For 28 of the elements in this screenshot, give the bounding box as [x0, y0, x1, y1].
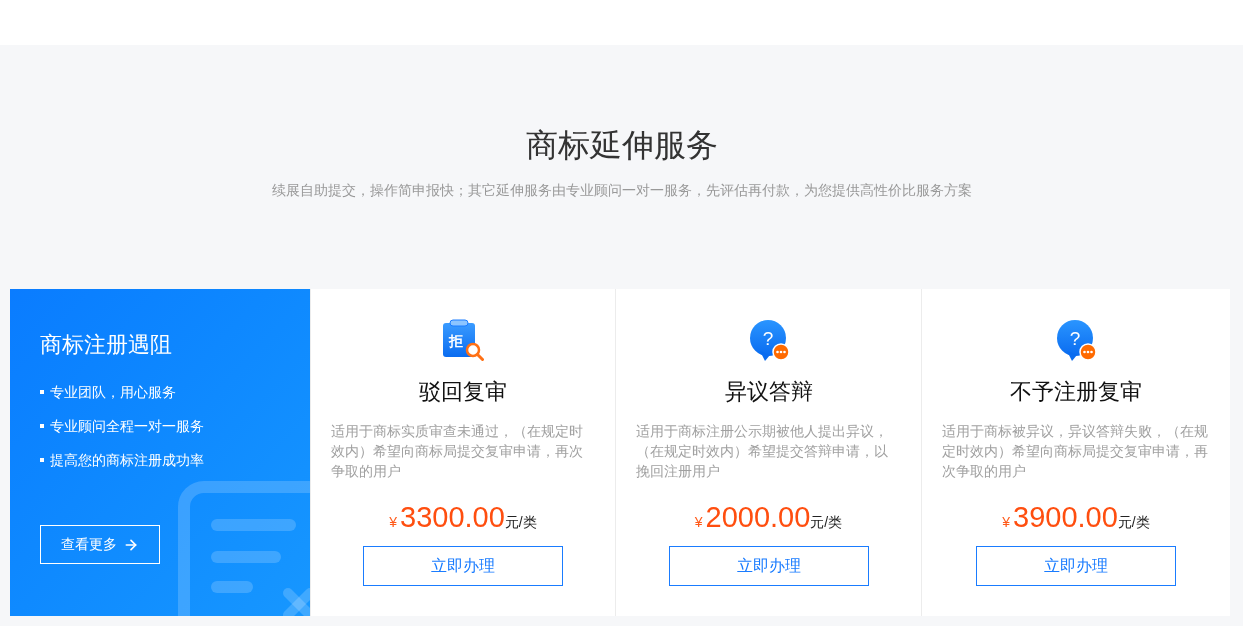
apply-now-button[interactable]: 立即办理 — [976, 546, 1176, 586]
bullet-icon — [40, 424, 44, 428]
price-unit: 元/类 — [504, 513, 537, 532]
apply-now-button[interactable]: 立即办理 — [668, 546, 869, 586]
price-unit: 元/类 — [810, 514, 843, 532]
service-title: 异议答辩 — [724, 378, 813, 406]
promo-feature: 提高您的商标注册成功率 — [50, 451, 204, 470]
section-subtitle: 续展自助提交，操作简申报快；其它延伸服务由专业顾问一对一服务，先评估再付款，为您提供高性价比服务方案 — [271, 181, 972, 200]
service-price: 3300.00 — [400, 501, 505, 533]
service-description: 适用于商标被异议，异议答辩失败，（在规定时效内）希望向商标局提交复审申请，再次争取的用户 — [942, 422, 1209, 481]
bullet-icon — [40, 458, 44, 462]
view-more-button[interactable]: 查看更多 — [40, 525, 160, 564]
service-price: 3900.00 — [1013, 501, 1118, 533]
promo-title: 商标注册遇阻 — [40, 331, 172, 359]
service-price: 2000.00 — [705, 501, 811, 533]
section-title: 商标延伸服务 — [525, 126, 718, 165]
apply-now-button[interactable]: 立即办理 — [363, 546, 563, 586]
currency-symbol: ¥ — [694, 513, 703, 532]
service-description: 适用于商标实质审查未通过，（在规定时效内）希望向商标局提交复审申请，再次争取的用户 — [331, 422, 584, 481]
currency-symbol: ¥ — [1002, 513, 1011, 532]
service-description: 适用于商标注册公示期被他人提出异议，（在规定时效内）希望提交答辩申请，以挽回注册用户 — [636, 422, 889, 481]
currency-symbol: ¥ — [389, 513, 398, 532]
service-title: 不予注册复审 — [1010, 378, 1142, 406]
bullet-icon — [40, 390, 44, 394]
promo-feature: 专业团队，用心服务 — [50, 383, 176, 402]
price-unit: 元/类 — [1117, 513, 1150, 532]
service-title: 驳回复审 — [419, 378, 507, 406]
promo-feature: 专业顾问全程一对一服务 — [50, 417, 204, 436]
